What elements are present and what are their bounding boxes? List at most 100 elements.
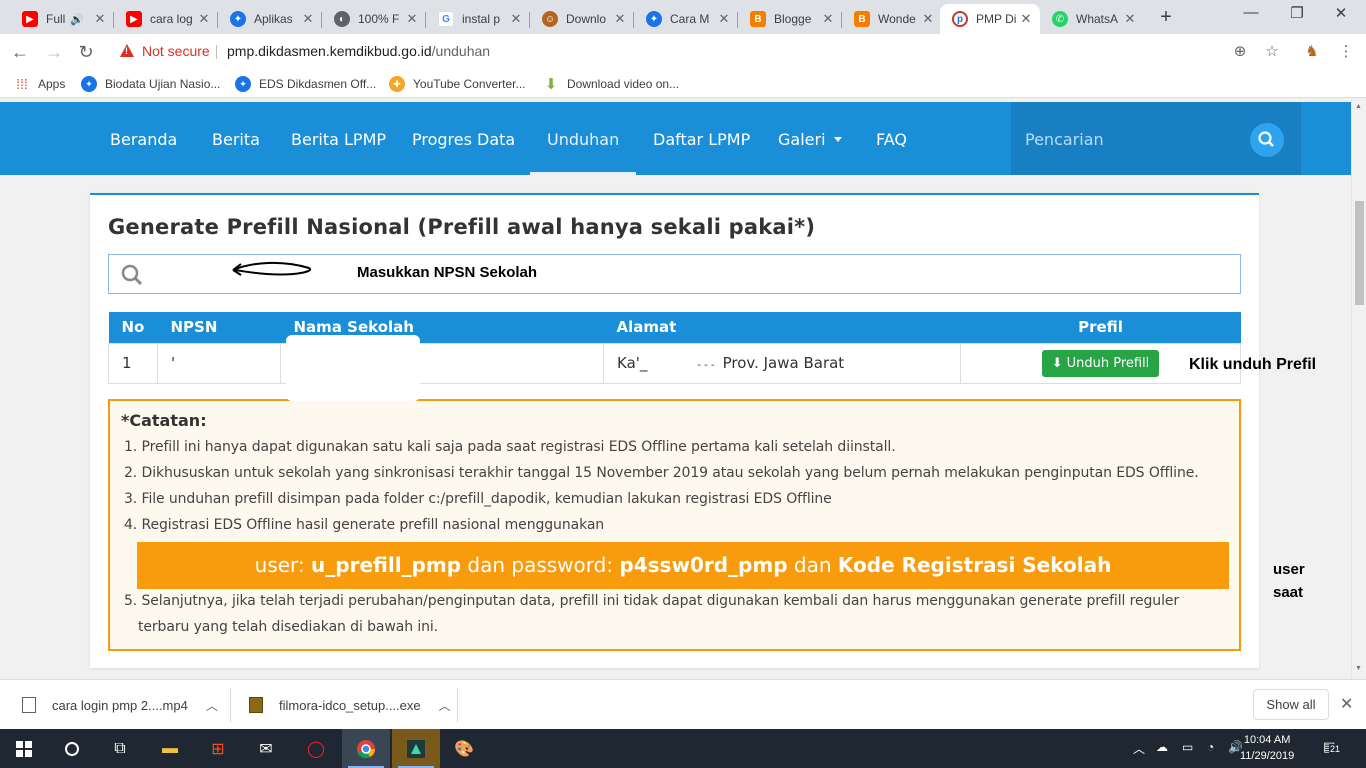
note-item: 1. Prefill ini hanya dapat digunakan sat… [124,439,896,455]
star-icon[interactable]: ☆ [1261,42,1283,60]
browser-tab[interactable]: ◐ 100% F ✕ [322,4,426,34]
browser-tab[interactable]: ✆ WhatsA ✕ [1040,4,1144,34]
kemdikbud-icon: ✦ [235,76,251,92]
onedrive-icon[interactable]: ☁ [1156,740,1168,754]
address-bar[interactable]: Not secure pmp.dikdasmen.kemdikbud.go.id… [108,38,1290,66]
nav-daftar-lpmp[interactable]: Daftar LPMP [653,130,750,149]
battery-icon[interactable]: ▭ [1182,740,1193,754]
back-icon[interactable]: ← [8,40,32,64]
wifi-icon[interactable]: ◔ [1207,740,1214,754]
close-icon[interactable]: ✕ [300,11,316,27]
file-explorer-icon[interactable]: ▬ [146,729,194,768]
filmora-icon[interactable] [392,729,440,768]
tab-title: PMP Di [976,12,1017,26]
browser-tab[interactable]: ✦ Aplikas ✕ [218,4,322,34]
nav-berita[interactable]: Berita [212,130,260,149]
nav-beranda[interactable]: Beranda [110,130,177,149]
menu-icon[interactable]: ⋮ [1335,42,1357,60]
annotation-npsn: Masukkan NPSN Sekolah [357,264,538,281]
close-icon[interactable]: ✕ [1018,11,1034,27]
task-view-icon[interactable]: ⧉ [96,729,144,768]
new-tab-button[interactable]: + [1155,6,1177,29]
restore-icon[interactable]: ❐ [1282,4,1312,22]
browser-tab-strip: ▶ Full 🔊 ✕ ▶ cara log ✕ ✦ Aplikas ✕ ◐ 10… [0,0,1366,34]
close-icon[interactable]: ✕ [404,11,420,27]
windows-start-icon[interactable] [0,729,48,768]
tab-title: instal p [462,12,501,26]
npsn-search-input[interactable]: Masukkan NPSN Sekolah [108,254,1241,294]
search-circle-icon[interactable] [48,729,96,768]
browser-tab[interactable]: G instal p ✕ [426,4,530,34]
credentials-banner: user: u_prefill_pmp dan password: p4ssw0… [137,542,1229,589]
store-icon[interactable]: ⊞ [194,729,242,768]
search-button[interactable] [1250,123,1284,157]
whatsapp-icon: ✆ [1052,11,1068,27]
page-scrollbar[interactable]: ▲ ▼ [1351,99,1366,679]
nav-progres-data[interactable]: Progres Data [412,130,515,149]
nav-galeri[interactable]: Galeri [778,130,842,149]
nav-faq[interactable]: FAQ [876,130,907,149]
tab-title: Blogge [774,12,812,26]
browser-tab[interactable]: ▶ Full 🔊 ✕ [10,4,114,34]
page-title: Generate Prefill Nasional (Prefill awal … [108,215,816,239]
mail-icon[interactable]: ✉ [242,729,290,768]
show-all-button[interactable]: Show all [1253,689,1329,720]
browser-tab[interactable]: ✦ Cara M ✕ [634,4,738,34]
chrome-icon[interactable] [342,729,390,768]
notification-center-icon[interactable]: ▤21 [1323,739,1342,755]
close-icon[interactable]: ✕ [196,11,212,27]
security-status[interactable]: Not secure [142,43,210,59]
chevron-up-icon[interactable]: ︿ [206,697,218,714]
notes-box: *Catatan: 1. Prefill ini hanya dapat dig… [108,399,1241,651]
close-icon[interactable]: ✕ [508,11,524,27]
close-icon[interactable]: ✕ [820,11,836,27]
download-item[interactable]: filmora-idco_setup....exe ︿ [249,680,451,730]
browser-tab-active[interactable]: p PMP Di ✕ [940,4,1040,34]
paint-icon[interactable]: 🎨 [440,729,488,768]
bookmark-item[interactable]: ✦ EDS Dikdasmen Off... [235,76,376,92]
bookmark-item[interactable]: ✦ Biodata Ujian Nasio... [81,76,220,92]
search-input[interactable]: Pencarian [1025,130,1104,149]
scroll-up-icon[interactable]: ▲ [1355,103,1362,110]
blogger-icon: B [854,11,870,27]
close-icon[interactable]: ✕ [92,11,108,27]
unduh-prefill-button[interactable]: ⬇ Unduh Prefill [1041,349,1160,377]
close-icon[interactable]: ✕ [1340,694,1353,714]
close-icon[interactable]: ✕ [1122,11,1138,27]
browser-tab[interactable]: ▶ cara log ✕ [114,4,218,34]
forward-icon[interactable]: → [42,40,66,64]
browser-tab[interactable]: ☺ Downlo ✕ [530,4,634,34]
nav-berita-lpmp[interactable]: Berita LPMP [291,130,386,149]
reload-icon[interactable]: ↻ [74,40,98,64]
bookmark-apps[interactable]: ⁞⁞⁞ Apps [14,76,65,92]
site-search[interactable]: Pencarian [1011,102,1301,175]
download-item[interactable]: cara login pmp 2....mp4 ︿ [22,680,218,730]
chevron-up-icon[interactable]: ︿ [439,697,451,714]
nav-unduhan[interactable]: Unduhan [547,130,619,149]
tab-title: cara log [150,12,193,26]
bookmark-item[interactable]: ⬇ Download video on... [543,76,679,93]
browser-tab[interactable]: B Wonde ✕ [842,4,942,34]
opera-icon[interactable]: ◯ [292,729,340,768]
bookmark-item[interactable]: ✚ YouTube Converter... [389,76,526,92]
tab-title: Aplikas [254,12,293,26]
system-clock[interactable]: 10:04 AM 11/29/2019 [1240,732,1294,764]
browser-tab[interactable]: B Blogge ✕ [738,4,842,34]
scroll-thumb[interactable] [1355,201,1364,305]
table-row: 1 ' Ka'_ - - - Prov. Jawa Barat ⬇ Unduh Pre… [108,342,1241,384]
speaker-icon[interactable]: 🔊 [70,13,84,26]
tray-chevron-icon[interactable]: ︿ [1133,740,1145,757]
scroll-down-icon[interactable]: ▼ [1355,665,1362,672]
annotation-side: user [1273,561,1305,578]
minimize-icon[interactable]: — [1236,4,1266,21]
zoom-icon[interactable]: ⊕ [1229,42,1251,60]
close-icon[interactable]: ✕ [612,11,628,27]
url-text[interactable]: pmp.dikdasmen.kemdikbud.go.id/unduhan [227,43,490,59]
tab-title: WhatsA [1076,12,1119,26]
close-icon[interactable]: ✕ [920,11,936,27]
tab-title: 100% F [358,12,400,26]
close-window-icon[interactable]: ✕ [1326,4,1356,22]
close-icon[interactable]: ✕ [716,11,732,27]
extension-icon[interactable]: ♞ [1301,42,1323,60]
blogger-icon: B [750,11,766,27]
